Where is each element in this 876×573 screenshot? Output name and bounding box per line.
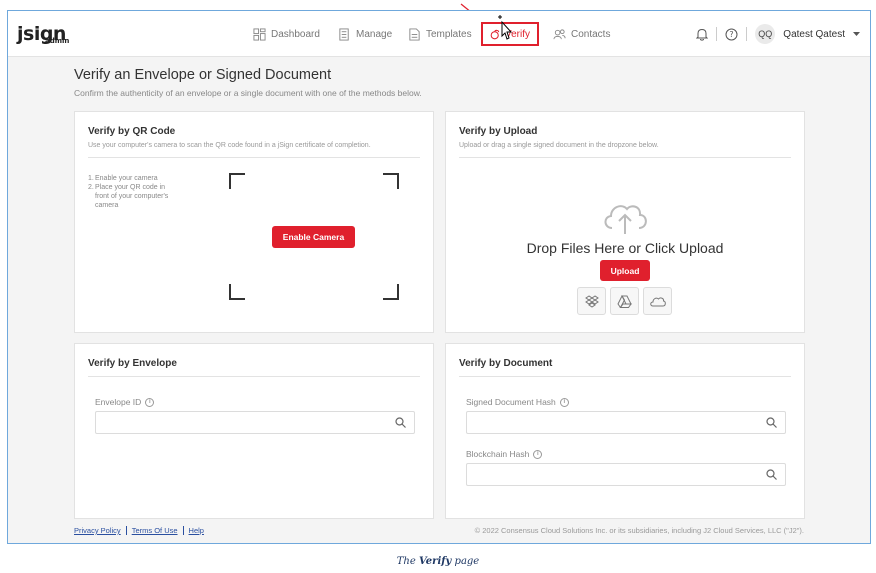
bell-icon[interactable] bbox=[696, 28, 709, 41]
card-divider bbox=[459, 157, 791, 158]
footer-divider bbox=[125, 526, 127, 535]
page-subtitle: Confirm the authenticity of an envelope … bbox=[74, 88, 422, 98]
cloud-upload-icon bbox=[604, 205, 647, 234]
card-divider bbox=[88, 376, 420, 377]
google-drive-icon bbox=[617, 294, 632, 308]
jsign-logo[interactable]: jsign admin bbox=[17, 23, 70, 45]
info-icon[interactable]: i bbox=[145, 397, 155, 407]
document-card-title: Verify by Document bbox=[459, 358, 553, 369]
search-icon[interactable] bbox=[766, 417, 777, 428]
info-icon[interactable]: i bbox=[559, 397, 569, 407]
dashboard-icon bbox=[253, 27, 266, 41]
footer-divider bbox=[182, 526, 184, 535]
top-navbar: jsign admin Dashboard Manage Templates V… bbox=[8, 11, 870, 57]
upload-card-title: Verify by Upload bbox=[459, 126, 538, 137]
onedrive-icon bbox=[649, 296, 666, 306]
footer-links: Privacy Policy Terms Of Use Help bbox=[74, 526, 204, 535]
avatar[interactable]: QQ bbox=[755, 24, 776, 44]
qr-code-card: Verify by QR Code Use your computer's ca… bbox=[74, 111, 434, 333]
card-divider bbox=[459, 376, 791, 377]
logo-sub-text: admin bbox=[45, 37, 70, 45]
upload-card: Verify by Upload Upload or drag a single… bbox=[445, 111, 805, 333]
viewfinder-corner bbox=[383, 284, 399, 300]
caption-prefix: The bbox=[396, 556, 419, 567]
toolbar-divider bbox=[716, 27, 718, 41]
toolbar-divider bbox=[746, 27, 748, 41]
search-icon[interactable] bbox=[766, 469, 777, 480]
user-name[interactable]: Qatest Qatest bbox=[783, 29, 845, 40]
list-item: 1.Enable your camera bbox=[88, 175, 158, 182]
privacy-policy-link[interactable]: Privacy Policy bbox=[74, 526, 121, 535]
terms-of-use-link[interactable]: Terms Of Use bbox=[132, 526, 178, 535]
enable-camera-button[interactable]: Enable Camera bbox=[272, 226, 355, 248]
document-card: Verify by Document Signed Document Hash … bbox=[445, 343, 805, 519]
blockchain-hash-label-text: Blockchain Hash bbox=[466, 449, 530, 459]
viewfinder-corner bbox=[229, 284, 245, 300]
caption-suffix: page bbox=[451, 556, 480, 567]
list-item: 2.Place your QR code in front of your co… bbox=[88, 184, 169, 209]
envelope-id-label-text: Envelope ID bbox=[95, 397, 142, 407]
nav-manage-label: Manage bbox=[356, 28, 393, 40]
app-window: jsign admin Dashboard Manage Templates V… bbox=[7, 10, 871, 544]
templates-icon bbox=[409, 27, 420, 41]
blockchain-hash-field[interactable] bbox=[466, 463, 786, 486]
chevron-down-icon[interactable] bbox=[853, 31, 860, 37]
card-divider bbox=[88, 157, 420, 158]
nav-templates[interactable]: Templates bbox=[408, 11, 472, 57]
envelope-card: Verify by Envelope Envelope ID i bbox=[74, 343, 434, 519]
nav-dashboard[interactable]: Dashboard bbox=[253, 11, 320, 57]
signed-document-hash-field[interactable] bbox=[466, 411, 786, 434]
help-link[interactable]: Help bbox=[189, 526, 204, 535]
user-toolbar: ? QQ Qatest Qatest bbox=[696, 11, 860, 57]
svg-text:?: ? bbox=[730, 30, 734, 39]
upload-card-description: Upload or drag a single signed document … bbox=[459, 142, 659, 149]
envelope-id-field[interactable] bbox=[95, 411, 415, 434]
copyright-text: © 2022 Consensus Cloud Solutions Inc. or… bbox=[474, 526, 804, 535]
envelope-card-title: Verify by Envelope bbox=[88, 358, 177, 369]
mouse-cursor-icon bbox=[498, 15, 513, 40]
google-drive-button[interactable] bbox=[610, 287, 639, 315]
qr-card-description: Use your computer's camera to scan the Q… bbox=[88, 142, 371, 149]
dropbox-button[interactable] bbox=[577, 287, 606, 315]
nav-templates-label: Templates bbox=[426, 28, 472, 40]
dropzone-text: Drop Files Here or Click Upload bbox=[526, 240, 724, 256]
upload-button[interactable]: Upload bbox=[600, 260, 650, 281]
envelope-id-label: Envelope ID i bbox=[95, 397, 155, 407]
blockchain-hash-label: Blockchain Hash i bbox=[466, 449, 543, 459]
signed-document-hash-label-text: Signed Document Hash bbox=[466, 397, 556, 407]
help-icon[interactable]: ? bbox=[725, 28, 738, 41]
nav-contacts[interactable]: Contacts bbox=[553, 11, 610, 57]
viewfinder-corner bbox=[229, 173, 245, 189]
info-icon[interactable]: i bbox=[533, 449, 543, 459]
nav-dashboard-label: Dashboard bbox=[271, 28, 320, 40]
nav-manage[interactable]: Manage bbox=[338, 11, 392, 57]
onedrive-button[interactable] bbox=[643, 287, 672, 315]
figure-caption: The Verify page bbox=[0, 556, 876, 567]
nav-contacts-label: Contacts bbox=[571, 28, 611, 40]
signed-document-hash-label: Signed Document Hash i bbox=[466, 397, 569, 407]
dropbox-icon bbox=[584, 294, 599, 308]
caption-bold: Verify bbox=[418, 556, 452, 567]
qr-steps-list: 1.Enable your camera 2.Place your QR cod… bbox=[88, 174, 175, 210]
viewfinder-corner bbox=[383, 173, 399, 189]
contacts-icon bbox=[553, 28, 566, 39]
page-title: Verify an Envelope or Signed Document bbox=[74, 67, 332, 83]
qr-card-title: Verify by QR Code bbox=[88, 126, 176, 137]
search-icon[interactable] bbox=[395, 417, 406, 428]
manage-icon bbox=[339, 27, 349, 41]
